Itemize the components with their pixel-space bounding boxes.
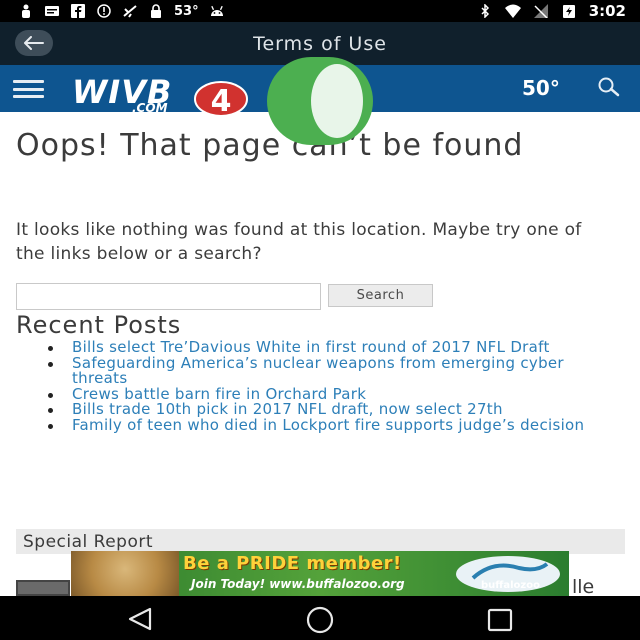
nav-home-icon[interactable] [304, 606, 336, 634]
facebook-icon [71, 4, 85, 18]
ad-headline: Be a PRIDE member! [183, 553, 402, 574]
recent-posts-heading: Recent Posts [16, 311, 182, 339]
recent-post-link[interactable]: Safeguarding America’s nuclear weapons f… [44, 355, 624, 387]
hamburger-icon[interactable] [13, 80, 44, 98]
bluetooth-icon [481, 4, 489, 18]
wifi-icon [504, 4, 521, 18]
android-icon [210, 5, 223, 16]
status-time: 3:02 [588, 2, 626, 20]
search-button[interactable]: Search [328, 284, 433, 307]
lion-image [71, 551, 179, 596]
person-icon [22, 4, 30, 18]
search-icon[interactable] [596, 76, 624, 98]
ad-banner[interactable]: Be a PRIDE member! Join Today! www.buffa… [71, 551, 569, 596]
logo-number: 4 [211, 84, 232, 117]
status-right: 3:02 [477, 0, 626, 22]
battery-charging-icon [562, 5, 575, 18]
channel-4-logo-icon: 4 [194, 81, 248, 117]
airplane-icon [123, 5, 137, 18]
site-logo[interactable]: WIVB .COM 4 [72, 75, 254, 117]
header-temperature: 50° [522, 76, 560, 100]
status-temperature: 53° [174, 3, 199, 19]
ad-subline: Join Today! www.buffalozoo.org [191, 577, 405, 591]
signal-icon [533, 4, 548, 18]
recent-posts-list: Bills select Tre’Davious White in first … [44, 339, 624, 434]
not-found-message: It looks like nothing was found at this … [16, 220, 582, 264]
back-arrow-icon [24, 36, 44, 50]
nav-back-icon[interactable] [126, 606, 154, 632]
search-input[interactable] [16, 283, 321, 310]
ad-logo-text: buffalozoo [481, 580, 540, 591]
nav-recents-icon[interactable] [487, 608, 513, 632]
app-title: Terms of Use [253, 32, 387, 55]
back-button[interactable] [15, 30, 53, 56]
alert-icon [97, 4, 111, 18]
recent-post-link[interactable]: Family of teen who died in Lockport fire… [44, 417, 624, 434]
special-report-partial-title: lle [572, 576, 595, 598]
special-report-thumbnail[interactable] [16, 580, 70, 596]
message-icon [45, 6, 59, 16]
floating-toggle-icon[interactable] [267, 57, 373, 145]
logo-dotcom: .COM [132, 101, 168, 115]
status-left: 53° [0, 0, 225, 22]
status-bar: 53° 3:02 [0, 0, 640, 22]
lock-icon [151, 4, 161, 18]
special-report-heading: Special Report [23, 532, 154, 552]
